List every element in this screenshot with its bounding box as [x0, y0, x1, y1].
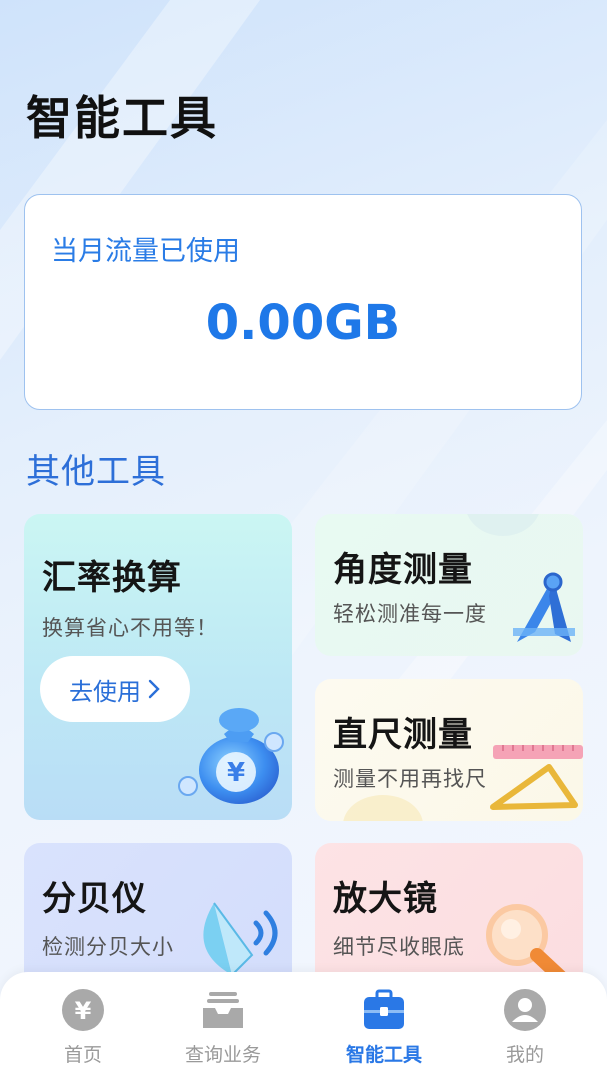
tray-icon [203, 992, 243, 1028]
exchange-rate-title: 汇率换算 [42, 558, 182, 598]
card-notch [343, 795, 423, 821]
page-title: 智能工具 [26, 91, 218, 145]
use-exchange-rate-button[interactable]: 去使用 [40, 656, 190, 722]
tab-query-business-label: 查询业务 [184, 1044, 261, 1066]
tool-card-angle-measure[interactable]: 角度测量 轻松测准每一度 [315, 514, 583, 656]
tab-query-business[interactable]: 查询业务 [163, 986, 283, 1066]
tool-card-ruler-measure[interactable]: 直尺测量 测量不用再找尺 [315, 679, 583, 821]
exchange-rate-desc: 换算省心不用等！ [42, 616, 218, 640]
traffic-usage-value: 0.00GB [205, 295, 401, 351]
angle-measure-desc: 轻松测准每一度 [333, 602, 487, 626]
decibel-meter-desc: 检测分贝大小 [42, 935, 174, 959]
tab-home[interactable]: ¥ 首页 [23, 986, 143, 1066]
tab-mine[interactable]: 我的 [465, 986, 585, 1066]
bottom-tab-bar: ¥ 首页 查询业务 智能工具 我的 [0, 972, 607, 1080]
compass-icon [513, 572, 575, 642]
money-bag-icon: ¥ [178, 708, 284, 804]
svg-text:¥: ¥ [227, 758, 245, 788]
use-button-label: 去使用 [69, 677, 141, 706]
card-notch [465, 514, 541, 536]
section-title-other-tools: 其他工具 [26, 452, 166, 492]
tab-home-label: 首页 [63, 1044, 102, 1066]
traffic-usage-label: 当月流量已使用 [51, 236, 240, 267]
ruler-icon [490, 745, 583, 810]
ruler-measure-desc: 测量不用再找尺 [333, 767, 487, 791]
tab-mine-label: 我的 [505, 1044, 544, 1066]
angle-measure-title: 角度测量 [333, 550, 473, 590]
ruler-measure-title: 直尺测量 [333, 715, 473, 755]
user-icon [504, 989, 546, 1031]
magnifier-desc: 细节尽收眼底 [333, 935, 465, 959]
chevron-right-icon [148, 679, 160, 699]
tool-card-exchange-rate[interactable]: 汇率换算 换算省心不用等！ 去使用 ¥ [24, 514, 292, 820]
traffic-usage-card: 当月流量已使用 0.00GB [24, 194, 582, 410]
briefcase-icon [364, 989, 404, 1029]
svg-text:¥: ¥ [75, 997, 92, 1025]
decibel-meter-title: 分贝仪 [42, 879, 147, 919]
magnifier-title: 放大镜 [333, 879, 438, 919]
tab-smart-tools-label: 智能工具 [345, 1044, 422, 1066]
tab-smart-tools[interactable]: 智能工具 [324, 986, 444, 1066]
yen-icon: ¥ [62, 989, 104, 1031]
